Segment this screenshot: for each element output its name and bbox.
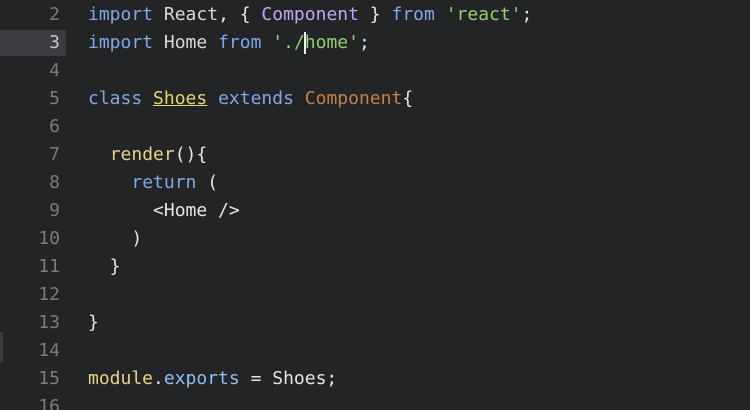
code-token: Component [261, 4, 359, 25]
code-token: home' [304, 32, 359, 53]
code-token: import [88, 32, 154, 53]
line-code[interactable]: import Home from './home'; [88, 29, 370, 57]
line-code[interactable]: render(){ [88, 141, 208, 169]
code-line-16[interactable]: 16 [0, 393, 750, 410]
code-token: Component [304, 88, 403, 109]
line-number: 5 [49, 88, 60, 109]
code-token: ; [358, 32, 370, 53]
code-line-3[interactable]: 3 import Home from './home'; [0, 29, 750, 57]
line-code[interactable]: class Shoes extends Component{ [88, 85, 413, 113]
code-token: Home [153, 32, 219, 53]
line-number: 4 [49, 60, 60, 81]
code-line-2[interactable]: 2 import React, { Component } from 'react… [0, 1, 750, 29]
line-number: 8 [49, 172, 60, 193]
code-line-6[interactable]: 6 [0, 113, 750, 141]
code-line-8[interactable]: 8 return ( [0, 169, 750, 197]
line-code[interactable]: } [88, 253, 121, 281]
code-token: 'react' [445, 4, 522, 25]
code-token: } [88, 312, 99, 333]
code-token: } [358, 4, 392, 25]
code-token: import [88, 4, 154, 25]
code-token: ) [88, 228, 143, 249]
code-token: Shoes [153, 88, 208, 109]
line-number: 16 [38, 396, 60, 410]
line-code[interactable]: import React, { Component } from 'react'… [88, 1, 532, 29]
code-token: ( [196, 172, 219, 193]
code-line-15[interactable]: 15 module.exports = Shoes; [0, 365, 750, 393]
code-line-12[interactable]: 12 [0, 281, 750, 309]
line-code[interactable]: ) [88, 225, 142, 253]
code-token: extends [218, 88, 294, 109]
code-token: module [88, 368, 154, 389]
code-line-11[interactable]: 11 } [0, 253, 750, 281]
line-code[interactable]: return ( [88, 169, 218, 197]
code-line-13[interactable]: 13} [0, 309, 750, 337]
code-line-7[interactable]: 7 render(){ [0, 141, 750, 169]
code-line-9[interactable]: 9 <Home /> [0, 197, 750, 225]
code-editor[interactable]: 2 import React, { Component } from 'react… [0, 0, 750, 410]
code-token: return [131, 172, 197, 193]
code-token: exports [163, 368, 240, 389]
code-token: './ [272, 32, 305, 53]
line-number: 6 [49, 116, 60, 137]
code-line-14[interactable]: 14 [0, 337, 750, 365]
code-token: class [88, 88, 143, 109]
code-line-5[interactable]: 5 class Shoes extends Component{ [0, 85, 750, 113]
code-token: React [153, 4, 219, 25]
line-number: 13 [38, 312, 60, 333]
line-number: 15 [38, 368, 60, 389]
line-number: 12 [38, 284, 60, 305]
line-number: 2 [49, 4, 60, 25]
line-code[interactable]: <Home /> [88, 197, 240, 225]
code-token: <Home /> [88, 200, 240, 221]
code-token: ; [521, 4, 533, 25]
code-token: { [402, 88, 414, 109]
code-token: . [153, 368, 164, 389]
code-token: render [109, 144, 175, 165]
code-token: from [218, 32, 262, 53]
line-code[interactable]: } [88, 309, 99, 337]
line-number: 3 [49, 32, 60, 53]
code-token: (){ [174, 144, 208, 165]
code-line-4[interactable]: 4 [0, 57, 750, 85]
line-number: 9 [49, 200, 60, 221]
line-number: 11 [38, 256, 60, 277]
code-token: = Shoes; [239, 368, 338, 389]
code-token: } [88, 256, 121, 277]
line-number: 14 [38, 340, 60, 361]
line-code[interactable]: module.exports = Shoes; [88, 365, 337, 393]
code-line-10[interactable]: 10 ) [0, 225, 750, 253]
code-token: , { [218, 4, 262, 25]
line-number: 10 [38, 228, 60, 249]
line-number: 7 [49, 144, 60, 165]
code-token: from [391, 4, 435, 25]
